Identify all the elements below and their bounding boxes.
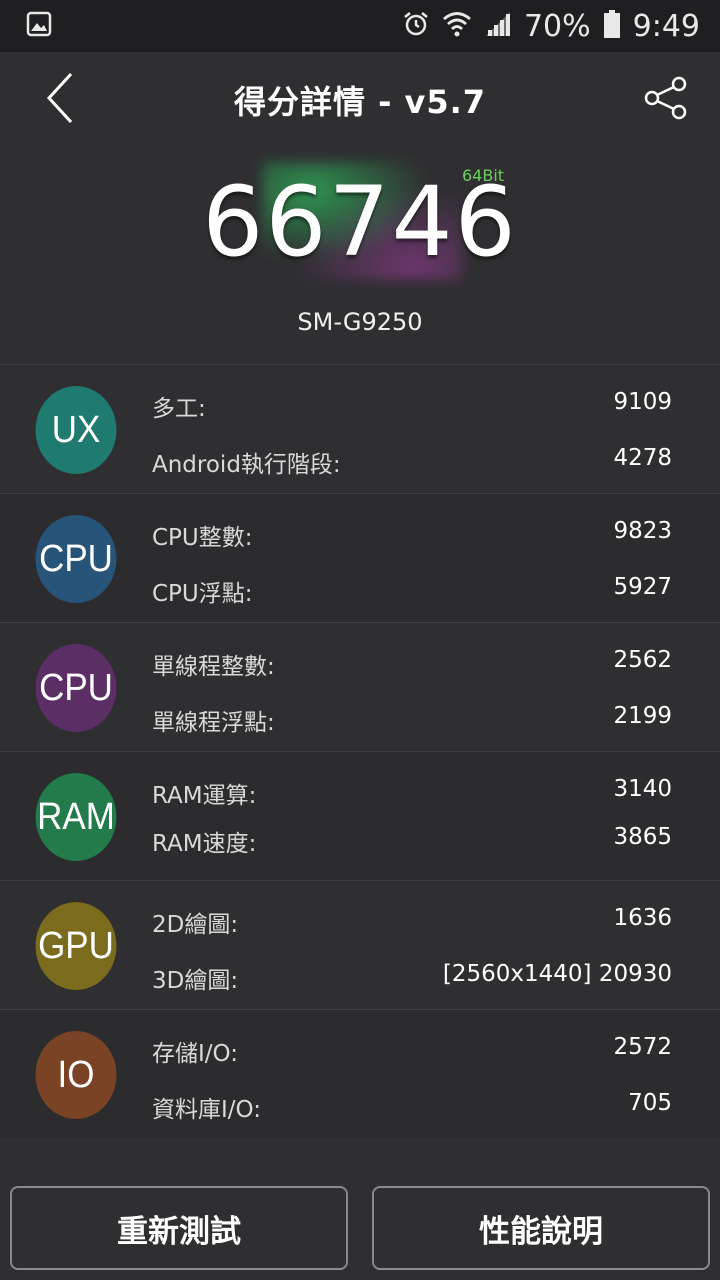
result-row-io: IO 存儲I/O: 2572 資料庫I/O: 705 xyxy=(0,1009,720,1138)
result-row-gpu: GPU 2D繪圖: 1636 3D繪圖: [2560x1440] 20930 xyxy=(0,880,720,1009)
bit-badge: 64Bit xyxy=(462,166,505,185)
action-bar: 重新測試 性能說明 xyxy=(0,1170,720,1280)
image-icon xyxy=(26,11,52,41)
metric-label: Android執行階段: xyxy=(152,452,341,478)
ram-badge: RAM xyxy=(35,773,117,861)
metric-value: 705 xyxy=(628,1090,672,1116)
share-icon xyxy=(643,75,689,125)
metric-label: CPU整數: xyxy=(152,525,253,551)
metric-value: [2560x1440] 20930 xyxy=(442,961,672,987)
metric-label: 存儲I/O: xyxy=(152,1041,238,1067)
result-row-ux: UX 多工: 9109 Android執行階段: 4278 xyxy=(0,364,720,493)
score-block: 66746 64Bit SM-G9250 xyxy=(0,148,720,364)
back-button[interactable] xyxy=(30,70,90,130)
result-row-single-thread: CPU 單線程整數: 2562 單線程浮點: 2199 xyxy=(0,622,720,751)
result-row-cpu: CPU CPU整數: 9823 CPU浮點: 5927 xyxy=(0,493,720,622)
metric-label: 單線程整數: xyxy=(152,654,275,680)
metric-label: 多工: xyxy=(152,396,206,422)
battery-icon xyxy=(603,9,621,43)
metric-value: 5927 xyxy=(613,574,672,600)
device-name: SM-G9250 xyxy=(297,308,423,336)
metric-value: 2572 xyxy=(613,1034,672,1060)
metric-value: 9109 xyxy=(613,389,672,415)
results-list: UX 多工: 9109 Android執行階段: 4278 CPU CPU整數:… xyxy=(0,364,720,1138)
app-header: 得分詳情 - v5.7 xyxy=(0,52,720,148)
battery-percent: 70% xyxy=(523,8,591,44)
metric-value: 9823 xyxy=(613,518,672,544)
alarm-icon xyxy=(402,10,430,42)
status-bar: 70% 9:49 xyxy=(0,0,720,52)
metric-value: 3865 xyxy=(613,824,672,850)
page-title: 得分詳情 - v5.7 xyxy=(233,83,487,121)
metric-value: 3140 xyxy=(613,776,672,802)
metric-value: 2199 xyxy=(613,703,672,729)
total-score: 66746 xyxy=(202,166,518,278)
io-badge: IO xyxy=(35,1031,117,1119)
signal-icon xyxy=(484,10,512,42)
gpu-badge: GPU xyxy=(35,902,117,990)
metric-label: 3D繪圖: xyxy=(152,968,239,994)
share-button[interactable] xyxy=(636,70,696,130)
back-chevron-icon xyxy=(45,72,75,128)
metric-label: 2D繪圖: xyxy=(152,912,239,938)
metric-value: 2562 xyxy=(613,647,672,673)
metric-label: RAM速度: xyxy=(152,831,257,857)
metric-label: 單線程浮點: xyxy=(152,710,275,736)
wifi-icon xyxy=(442,10,472,42)
metric-label: 資料庫I/O: xyxy=(152,1097,261,1123)
cpu-badge: CPU xyxy=(35,515,117,603)
metric-label: CPU浮點: xyxy=(152,581,253,607)
clock: 9:49 xyxy=(632,8,700,44)
performance-info-button[interactable]: 性能說明 xyxy=(372,1186,710,1270)
metric-label: RAM運算: xyxy=(152,783,257,809)
retest-button[interactable]: 重新測試 xyxy=(10,1186,348,1270)
ux-badge: UX xyxy=(35,386,117,474)
single-thread-cpu-badge: CPU xyxy=(35,644,117,732)
metric-value: 1636 xyxy=(613,905,672,931)
metric-value: 4278 xyxy=(613,445,672,471)
result-row-ram: RAM RAM運算: 3140 RAM速度: 3865 xyxy=(0,751,720,880)
